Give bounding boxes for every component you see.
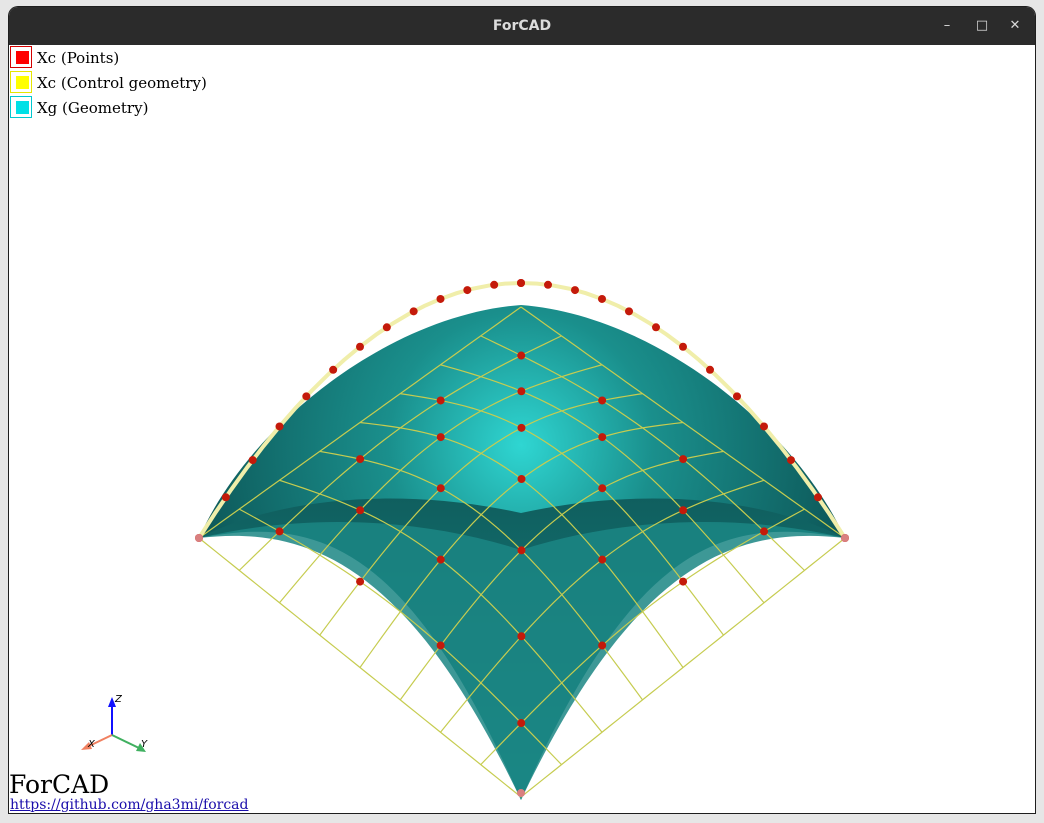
corner-control-point	[841, 534, 849, 542]
control-point	[436, 433, 445, 442]
control-point	[733, 392, 741, 401]
corner-control-point	[195, 534, 203, 542]
legend-label-points: Xc (Points)	[37, 49, 120, 67]
control-point	[679, 577, 688, 586]
brand-text: ForCAD	[9, 770, 110, 799]
control-point	[598, 484, 607, 493]
control-point	[356, 506, 365, 515]
control-point	[652, 323, 660, 332]
close-button[interactable]: ✕	[1003, 14, 1027, 38]
axis-label-z: Z	[114, 694, 123, 705]
control-point	[598, 555, 607, 564]
control-point	[275, 422, 284, 431]
control-point	[517, 279, 525, 287]
control-point	[436, 484, 445, 493]
control-point	[598, 433, 607, 442]
control-point	[356, 577, 365, 586]
control-point	[248, 456, 257, 465]
legend-label-control-geometry: Xc (Control geometry)	[37, 74, 207, 92]
control-point	[382, 323, 391, 332]
control-point	[356, 455, 365, 464]
control-point	[598, 396, 607, 405]
legend-swatch-points[interactable]	[10, 46, 32, 68]
render-viewport[interactable]: Z X Y Xc (Points) Xc (Control geometry) …	[9, 45, 1035, 813]
legend-swatch-geometry[interactable]	[10, 96, 32, 118]
control-point	[329, 365, 338, 374]
orientation-axes: Z X Y	[81, 694, 148, 752]
control-point	[679, 455, 688, 464]
control-point	[221, 493, 230, 502]
github-link[interactable]: https://github.com/gha3mi/forcad	[10, 797, 249, 813]
control-point	[517, 475, 526, 483]
control-point	[517, 632, 526, 641]
corner-control-point	[517, 789, 525, 797]
control-point	[517, 387, 526, 396]
control-point	[760, 422, 768, 431]
control-point	[598, 641, 607, 650]
control-point	[625, 307, 633, 316]
title-bar[interactable]: ForCAD – □ ✕	[9, 7, 1035, 45]
control-point	[463, 286, 472, 295]
control-point	[436, 555, 445, 564]
control-point	[517, 351, 526, 360]
control-point	[598, 294, 606, 303]
control-point	[679, 342, 687, 351]
axis-label-x: X	[87, 739, 96, 750]
control-point	[760, 527, 769, 536]
control-point	[517, 423, 526, 432]
control-point	[787, 456, 795, 465]
legend-label-geometry: Xg (Geometry)	[37, 99, 149, 117]
control-point	[544, 280, 552, 289]
surface-dome	[199, 305, 845, 538]
control-point	[517, 719, 526, 728]
control-point	[571, 286, 579, 295]
maximize-button[interactable]: □	[970, 14, 994, 38]
surface-front-highlight	[199, 522, 845, 800]
control-point	[436, 294, 445, 303]
control-point	[302, 392, 311, 401]
control-point	[436, 396, 445, 405]
control-point	[679, 506, 688, 515]
control-point	[356, 342, 364, 351]
control-point	[409, 307, 418, 316]
legend-swatch-control-geometry[interactable]	[10, 71, 32, 93]
window-title: ForCAD	[492, 18, 552, 34]
axis-label-y: Y	[141, 739, 148, 750]
control-point	[436, 641, 445, 650]
app-window: ForCAD – □ ✕ Z X Y Xc (Points) Xc (Contr…	[9, 7, 1035, 813]
control-point	[490, 280, 499, 289]
control-point	[814, 493, 822, 502]
control-point	[706, 365, 714, 374]
nurbs-surface-scene: Z X Y	[81, 279, 849, 800]
minimize-button[interactable]: –	[935, 14, 959, 38]
control-point	[275, 527, 284, 536]
control-point	[517, 546, 526, 555]
